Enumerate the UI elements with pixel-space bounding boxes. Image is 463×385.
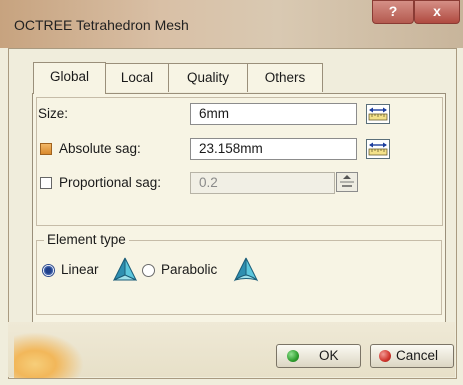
ok-button[interactable]: OK — [276, 344, 361, 368]
proportional-sag-spinner[interactable] — [336, 172, 358, 192]
absolute-sag-label: Absolute sag: — [59, 141, 141, 156]
cancel-label: Cancel — [396, 348, 439, 363]
tab-others[interactable]: Others — [247, 63, 323, 92]
parabolic-tetrahedron-icon — [233, 257, 259, 282]
linear-tetrahedron-icon — [112, 257, 138, 282]
window-title: OCTREE Tetrahedron Mesh — [14, 17, 189, 33]
proportional-sag-checkbox[interactable] — [40, 177, 52, 189]
decorative-logo — [14, 332, 84, 378]
parabolic-radio[interactable] — [142, 264, 155, 277]
element-type-title: Element type — [44, 232, 129, 247]
absolute-sag-checkbox[interactable] — [40, 143, 52, 155]
ruler-icon — [368, 107, 388, 121]
ok-label: OK — [319, 348, 339, 363]
parabolic-label: Parabolic — [161, 262, 218, 277]
ok-icon — [287, 350, 299, 362]
linear-radio[interactable] — [42, 264, 55, 277]
tab-local[interactable]: Local — [105, 63, 169, 92]
proportional-sag-label: Proportional sag: — [59, 175, 162, 190]
tab-quality[interactable]: Quality — [168, 63, 248, 92]
tab-global[interactable]: Global — [33, 62, 106, 94]
cancel-button[interactable]: Cancel — [370, 344, 454, 368]
proportional-sag-input[interactable]: 0.2 — [190, 172, 335, 194]
spinner-arrows-icon — [340, 175, 354, 187]
title-bar[interactable]: OCTREE Tetrahedron Mesh ? x — [0, 0, 463, 48]
help-button[interactable]: ? — [372, 0, 414, 24]
linear-label: Linear — [61, 262, 99, 277]
size-input[interactable]: 6mm — [190, 103, 357, 125]
size-measure-button[interactable] — [366, 104, 390, 124]
cancel-icon — [379, 350, 391, 362]
ruler-icon — [368, 142, 388, 156]
absolute-sag-measure-button[interactable] — [366, 139, 390, 159]
absolute-sag-input[interactable]: 23.158mm — [190, 138, 357, 160]
size-label: Size: — [38, 106, 69, 121]
close-button[interactable]: x — [414, 0, 460, 24]
